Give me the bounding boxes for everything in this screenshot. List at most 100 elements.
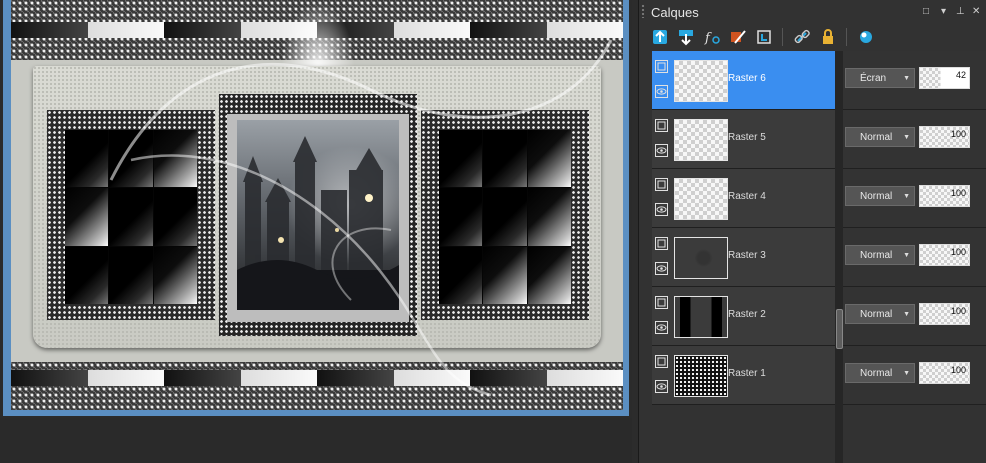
layer-type-icon[interactable] (655, 355, 668, 368)
panel-menu-icon[interactable]: ▾ (941, 6, 946, 18)
layer-thumbnail[interactable] (674, 355, 728, 397)
blend-mode-dropdown[interactable]: Normal ▼ (845, 245, 915, 265)
bottom-block-stripe (11, 370, 623, 386)
opacity-value: 100 (950, 365, 966, 375)
layer-name[interactable]: Raster 1 (728, 368, 766, 379)
panel-title: Calques (651, 5, 699, 20)
visibility-eye-icon[interactable] (655, 380, 668, 393)
visibility-eye-icon[interactable] (655, 321, 668, 334)
chevron-down-icon: ▼ (903, 75, 910, 82)
pin-icon[interactable]: ⊥ (956, 6, 965, 18)
opacity-slider[interactable]: 42 (919, 67, 970, 89)
chevron-down-icon: ▼ (903, 193, 910, 200)
layer-name[interactable]: Raster 5 (728, 132, 766, 143)
layer-row[interactable]: Raster 1 (652, 346, 835, 405)
layer-properties-row: Normal ▼ 100 (843, 169, 986, 228)
blend-mode-dropdown[interactable]: Normal ▼ (845, 363, 915, 383)
toolbar-separator (846, 28, 847, 46)
opacity-slider[interactable]: 100 (919, 362, 970, 384)
visibility-eye-icon[interactable] (655, 262, 668, 275)
layer-thumbnail[interactable] (674, 237, 728, 279)
layers-toolbar: f (649, 26, 876, 48)
new-vector-layer-icon[interactable] (675, 27, 696, 48)
blend-range-icon[interactable] (855, 27, 876, 48)
layer-properties-row: Écran ▼ 42 (843, 51, 986, 110)
mask-icon[interactable] (727, 27, 748, 48)
layer-effects-icon[interactable]: f (701, 27, 722, 48)
layer-type-icon[interactable] (655, 178, 668, 191)
layer-type-icon[interactable] (655, 237, 668, 250)
layer-row[interactable]: Raster 6 (652, 51, 835, 110)
panel-splitter[interactable] (835, 51, 843, 463)
blend-mode-value: Écran (860, 73, 887, 84)
chevron-down-icon: ▼ (903, 252, 910, 259)
panel-grip-icon[interactable] (641, 4, 645, 18)
layer-type-icon[interactable] (655, 60, 668, 73)
layer-row[interactable]: Raster 5 (652, 110, 835, 169)
lock-icon[interactable] (817, 27, 838, 48)
maximize-icon[interactable]: □ (923, 6, 929, 18)
toolbar-separator (782, 28, 783, 46)
image-workspace[interactable] (0, 0, 632, 463)
layers-panel: Calques □ ▾ ⊥ ✕ f Raster 6 Raster 5 Rast… (638, 0, 986, 463)
bottom-lace-band (11, 362, 623, 410)
layer-properties-column: Écran ▼ 42 Normal ▼ 100 Normal ▼ 100 Normal… (843, 51, 986, 405)
layer-thumbnail[interactable] (674, 296, 728, 338)
blend-mode-value: Normal (860, 191, 893, 202)
layer-properties-row: Normal ▼ 100 (843, 110, 986, 169)
blend-mode-value: Normal (860, 309, 893, 320)
blend-mode-value: Normal (860, 132, 893, 143)
blend-mode-dropdown[interactable]: Normal ▼ (845, 186, 915, 206)
layer-name[interactable]: Raster 4 (728, 191, 766, 202)
chevron-down-icon: ▼ (903, 370, 910, 377)
opacity-value: 100 (950, 306, 966, 316)
group-icon[interactable] (753, 27, 774, 48)
left-grid-frame (47, 110, 215, 320)
chevron-down-icon: ▼ (903, 134, 910, 141)
splitter-handle[interactable] (836, 309, 843, 349)
layer-type-icon[interactable] (655, 119, 668, 132)
castle-image (237, 120, 399, 310)
layer-properties-row: Normal ▼ 100 (843, 346, 986, 405)
opacity-value: 42 (955, 70, 966, 80)
blend-mode-value: Normal (860, 250, 893, 261)
image-canvas[interactable] (11, 0, 623, 410)
visibility-eye-icon[interactable] (655, 203, 668, 216)
layer-type-icon[interactable] (655, 296, 668, 309)
visibility-eye-icon[interactable] (655, 85, 668, 98)
close-icon[interactable]: ✕ (972, 6, 980, 18)
blend-mode-dropdown[interactable]: Normal ▼ (845, 304, 915, 324)
opacity-value: 100 (950, 188, 966, 198)
center-photo-frame (219, 94, 417, 336)
blend-mode-dropdown[interactable]: Normal ▼ (845, 127, 915, 147)
spotlight-glow (281, 0, 355, 70)
opacity-slider[interactable]: 100 (919, 303, 970, 325)
opacity-value: 100 (950, 129, 966, 139)
layer-properties-row: Normal ▼ 100 (843, 228, 986, 287)
workspace-background (0, 418, 632, 463)
opacity-slider[interactable]: 100 (919, 244, 970, 266)
opacity-slider[interactable]: 100 (919, 126, 970, 148)
svg-text:f: f (704, 31, 712, 46)
visibility-eye-icon[interactable] (655, 144, 668, 157)
right-grid (439, 130, 571, 304)
layer-name[interactable]: Raster 2 (728, 309, 766, 320)
chevron-down-icon: ▼ (903, 311, 910, 318)
layer-list: Raster 6 Raster 5 Raster 4 Raster 3 Rast… (652, 51, 835, 405)
layer-row[interactable]: Raster 3 (652, 228, 835, 287)
layer-name[interactable]: Raster 3 (728, 250, 766, 261)
link-icon[interactable] (791, 27, 812, 48)
blend-mode-dropdown[interactable]: Écran ▼ (845, 68, 915, 88)
layer-row[interactable]: Raster 2 (652, 287, 835, 346)
new-raster-layer-icon[interactable] (649, 27, 670, 48)
opacity-slider[interactable]: 100 (919, 185, 970, 207)
layer-thumbnail[interactable] (674, 178, 728, 220)
right-grid-frame (421, 110, 589, 320)
layer-thumbnail[interactable] (674, 119, 728, 161)
image-window-frame (3, 0, 629, 416)
layer-thumbnail[interactable] (674, 60, 728, 102)
layer-name[interactable]: Raster 6 (728, 73, 766, 84)
layer-row[interactable]: Raster 4 (652, 169, 835, 228)
center-photo-mat (227, 114, 409, 322)
opacity-value: 100 (950, 247, 966, 257)
